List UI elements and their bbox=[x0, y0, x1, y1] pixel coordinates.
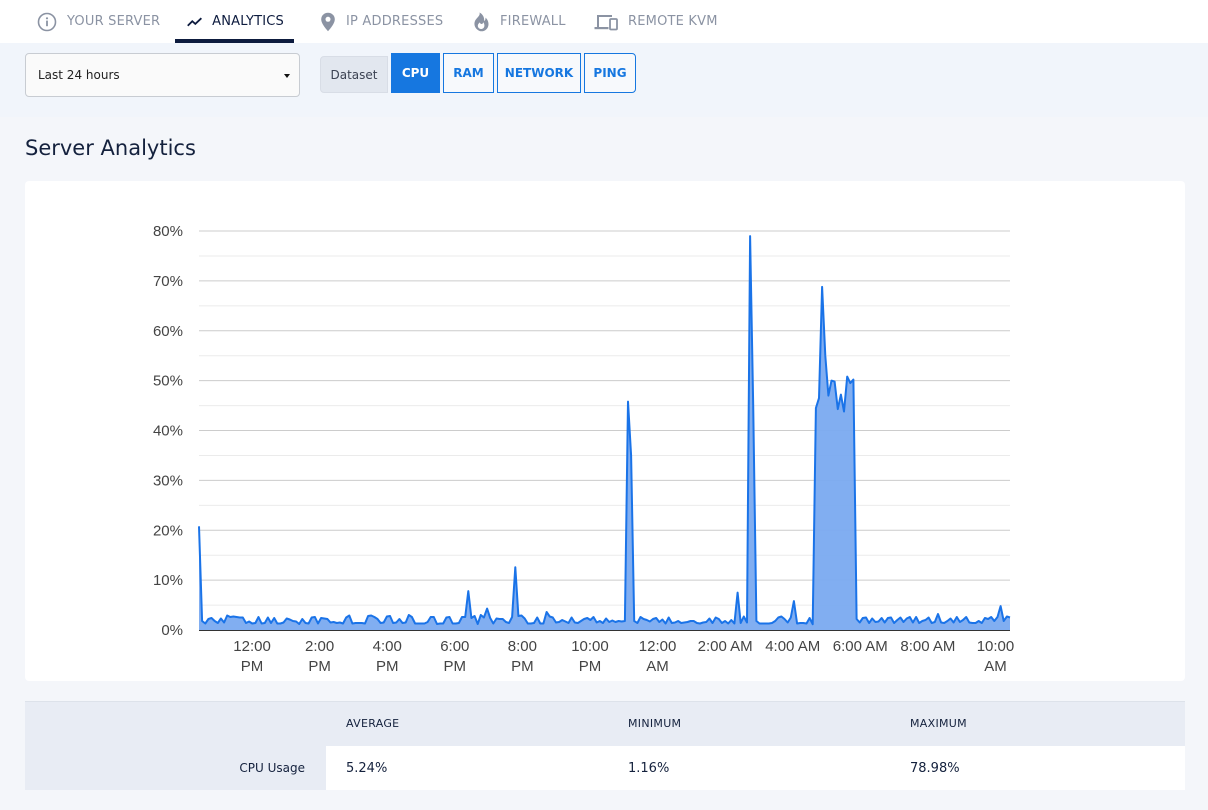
value-minimum: 1.16% bbox=[628, 761, 670, 776]
tab-label: YOUR SERVER bbox=[67, 14, 161, 29]
chevron-down-icon bbox=[284, 74, 290, 78]
x-tick-label: 2:00 AM bbox=[698, 638, 753, 655]
tab-your-server[interactable]: YOUR SERVER bbox=[37, 0, 160, 43]
top-navigation: YOUR SERVER ANALYTICS IP ADDRESSES FIREW… bbox=[0, 0, 1208, 43]
controls-bar: Last 24 hours Dataset CPU RAM NETWORK PI… bbox=[0, 43, 1208, 117]
header-average: AVERAGE bbox=[346, 717, 400, 730]
header-maximum: MAXIMUM bbox=[910, 717, 967, 730]
dataset-cpu-button[interactable]: CPU bbox=[391, 53, 440, 93]
x-tick-label: 10:00 PM bbox=[571, 638, 609, 675]
y-tick-label: 20% bbox=[153, 522, 183, 539]
dataset-network-button[interactable]: NETWORK bbox=[497, 53, 581, 93]
trend-line-icon bbox=[187, 17, 202, 26]
x-tick-label: 2:00 PM bbox=[305, 638, 334, 675]
x-tick-label: 6:00 AM bbox=[833, 638, 888, 655]
chart-grid bbox=[199, 230, 1010, 606]
x-tick-label: 10:00 AM bbox=[977, 638, 1015, 675]
y-tick-label: 10% bbox=[153, 572, 183, 589]
chart-card: 0% 10% 20% 30% 40% 50% 60% 70% 80% 12:00 PM 2:00 PM… bbox=[25, 181, 1185, 681]
page-title: Server Analytics bbox=[25, 136, 196, 160]
time-range-select[interactable]: Last 24 hours bbox=[25, 53, 300, 97]
dataset-label: Dataset bbox=[320, 56, 388, 93]
y-tick-label: 40% bbox=[153, 423, 183, 440]
x-tick-label: 12:00 PM bbox=[233, 638, 271, 675]
y-tick-label: 70% bbox=[153, 273, 183, 290]
y-tick-label: 50% bbox=[153, 373, 183, 390]
stats-header-row bbox=[25, 701, 1185, 746]
x-tick-label: 8:00 PM bbox=[508, 638, 537, 675]
header-minimum: MINIMUM bbox=[628, 717, 682, 730]
row-label-cpu-usage: CPU Usage bbox=[239, 761, 305, 775]
value-average: 5.24% bbox=[346, 761, 388, 776]
stats-table: AVERAGE MINIMUM MAXIMUM CPU Usage 5.24% … bbox=[25, 701, 1185, 790]
flame-icon bbox=[474, 12, 489, 31]
devices-icon bbox=[594, 14, 618, 30]
tab-label: REMOTE KVM bbox=[628, 14, 718, 29]
tab-ip-addresses[interactable]: IP ADDRESSES bbox=[320, 0, 443, 43]
dataset-ping-button[interactable]: PING bbox=[584, 53, 636, 93]
tab-label: FIREWALL bbox=[500, 14, 566, 29]
value-maximum: 78.98% bbox=[910, 761, 960, 776]
x-tick-label: 6:00 PM bbox=[440, 638, 469, 675]
y-tick-label: 80% bbox=[153, 223, 183, 240]
y-tick-label: 30% bbox=[153, 472, 183, 489]
x-axis-ticks: 12:00 PM 2:00 PM 4:00 PM 6:00 PM 8:00 PM 10:00 PM 12… bbox=[233, 638, 1014, 675]
dataset-ram-button[interactable]: RAM bbox=[443, 53, 494, 93]
x-tick-label: 12:00 AM bbox=[639, 638, 677, 675]
cpu-usage-chart: 0% 10% 20% 30% 40% 50% 60% 70% 80% 12:00 PM 2:00 PM… bbox=[153, 223, 1014, 675]
map-pin-icon bbox=[321, 12, 335, 31]
tab-label: IP ADDRESSES bbox=[346, 14, 444, 29]
x-tick-label: 8:00 AM bbox=[900, 638, 955, 655]
tab-analytics[interactable]: ANALYTICS bbox=[175, 0, 294, 43]
time-range-value: Last 24 hours bbox=[38, 68, 120, 82]
y-axis-ticks: 0% 10% 20% 30% 40% 50% 60% 70% 80% bbox=[153, 223, 183, 639]
stats-value-row bbox=[326, 746, 1185, 790]
info-icon bbox=[37, 12, 57, 31]
cpu-usage-area bbox=[199, 236, 1010, 630]
y-tick-label: 0% bbox=[161, 622, 183, 639]
tab-firewall[interactable]: FIREWALL bbox=[472, 0, 566, 43]
x-tick-label: 4:00 PM bbox=[373, 638, 402, 675]
x-tick-label: 4:00 AM bbox=[765, 638, 820, 655]
y-tick-label: 60% bbox=[153, 323, 183, 340]
tab-label: ANALYTICS bbox=[212, 14, 284, 29]
tab-remote-kvm[interactable]: REMOTE KVM bbox=[594, 0, 718, 43]
